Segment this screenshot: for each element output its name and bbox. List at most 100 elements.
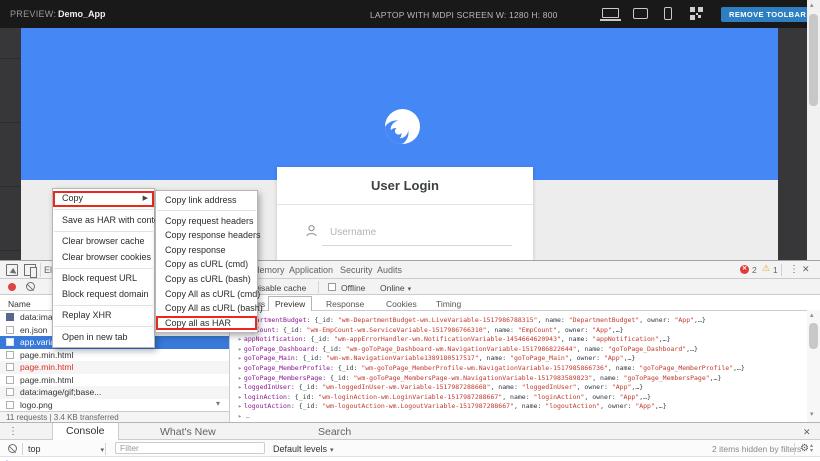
subtab-cookies[interactable]: Cookies xyxy=(386,299,417,309)
card-divider xyxy=(277,204,533,205)
request-row-error[interactable]: page.min.html xyxy=(0,361,229,374)
console-toolbar: top Default levels 2 items hidden by fil… xyxy=(0,440,820,457)
warning-icon[interactable] xyxy=(762,263,770,274)
menu-item-copy-link-address[interactable]: Copy link address xyxy=(156,193,257,208)
throttling-select[interactable]: Online xyxy=(380,283,411,293)
menu-item-save-har[interactable]: Save as HAR with content xyxy=(53,213,154,229)
hidden-items-note: 2 items hidden by filters xyxy=(712,444,801,454)
menu-item-clear-cookies[interactable]: Clear browser cookies xyxy=(53,250,154,266)
json-line[interactable]: goToPage_Dashboard: {_id: "wm-goToPage_D… xyxy=(238,345,806,355)
gear-icon[interactable] xyxy=(800,443,809,454)
request-row[interactable]: page.min.html xyxy=(0,349,229,362)
error-count: 2 xyxy=(752,265,757,275)
menu-item-open-new-tab[interactable]: Open in new tab xyxy=(53,330,154,346)
filter-input[interactable] xyxy=(115,442,265,454)
menu-item-copy-all-as-curl-bash[interactable]: Copy All as cURL (bash) xyxy=(156,301,257,316)
drawer-tab-bar: Console What's New Search xyxy=(0,423,820,440)
error-icon[interactable] xyxy=(740,265,749,274)
subtab-timing[interactable]: Timing xyxy=(436,299,461,309)
file-icon xyxy=(6,326,14,334)
offline-checkbox[interactable] xyxy=(328,283,336,291)
menu-item-copy-response-headers[interactable]: Copy response headers xyxy=(156,228,257,243)
clear-console-icon[interactable] xyxy=(8,444,17,453)
json-line-clipped[interactable]: ▸ … xyxy=(238,412,806,420)
tab-application[interactable]: Application xyxy=(289,265,333,275)
menu-item-copy-as-curl-cmd[interactable]: Copy as cURL (cmd) xyxy=(156,257,257,272)
close-icon[interactable] xyxy=(803,427,811,438)
menu-item-copy-all-as-curl-cmd[interactable]: Copy All as cURL (cmd) xyxy=(156,287,257,302)
name-column-header[interactable]: Name xyxy=(8,299,31,309)
scrollbar-thumb[interactable] xyxy=(809,323,818,349)
json-preview-pane: DepartmentBudget: {_id: "wm-DepartmentBu… xyxy=(231,311,806,423)
context-menu: Copy Save as HAR with content Clear brow… xyxy=(52,188,155,348)
scroll-down-icon[interactable] xyxy=(810,410,814,418)
warning-count: 1 xyxy=(773,265,778,275)
menu-item-copy[interactable]: Copy xyxy=(53,191,154,207)
drawer-tab-search[interactable]: Search xyxy=(318,426,351,438)
kebab-menu-icon[interactable] xyxy=(8,426,18,437)
toolbar-divider xyxy=(105,443,106,455)
file-icon xyxy=(6,388,14,396)
toolbar-divider xyxy=(794,443,795,455)
json-line[interactable]: loginAction: {_id: "wm-loginAction-wm.Lo… xyxy=(238,393,806,403)
file-icon xyxy=(6,351,14,359)
menu-item-replay-xhr[interactable]: Replay XHR xyxy=(53,308,154,324)
user-icon xyxy=(306,225,317,237)
json-line[interactable]: EmpCount: {_id: "wm-EmpCount-wm.ServiceV… xyxy=(238,326,806,336)
preview-label: PREVIEW: xyxy=(10,9,56,19)
username-field[interactable]: Username xyxy=(330,227,376,238)
file-icon xyxy=(6,376,14,384)
remove-toolbar-button[interactable]: REMOVE TOOLBAR xyxy=(721,7,814,22)
json-line[interactable]: logoutAction: {_id: "wm-logoutAction-wm.… xyxy=(238,402,806,412)
json-line[interactable]: appNotification: {_id: "wm-appErrorHandl… xyxy=(238,335,806,345)
record-icon[interactable] xyxy=(8,283,16,291)
tab-security[interactable]: Security xyxy=(340,265,373,275)
log-level-select[interactable]: Default levels xyxy=(273,444,334,454)
request-row[interactable]: data:image/gif;base... xyxy=(0,386,229,399)
toolbar-divider xyxy=(318,281,319,293)
json-line[interactable]: goToPage_MemberProfile: {_id: "wm-goToPa… xyxy=(238,364,806,374)
tablet-icon[interactable] xyxy=(633,8,648,19)
toolbar-divider xyxy=(22,443,23,455)
menu-item-copy-request-headers[interactable]: Copy request headers xyxy=(156,214,257,229)
request-row[interactable]: logo.png xyxy=(0,399,229,412)
subtab-preview[interactable]: Preview xyxy=(268,296,312,311)
page-scrollbar[interactable] xyxy=(807,0,820,260)
subtab-response[interactable]: Response xyxy=(326,299,364,309)
close-icon[interactable] xyxy=(802,264,810,275)
disable-cache-label: Disable cache xyxy=(253,283,306,293)
login-card: User Login Username xyxy=(277,167,533,260)
json-line[interactable]: loggedInUser: {_id: "wm-loggedInUser-wm.… xyxy=(238,383,806,393)
menu-item-copy-as-curl-bash[interactable]: Copy as cURL (bash) xyxy=(156,272,257,287)
menu-item-block-url[interactable]: Block request URL xyxy=(53,271,154,287)
scrollbar-thumb[interactable] xyxy=(809,14,818,106)
toolbar-divider xyxy=(40,263,41,277)
json-line[interactable]: goToPage_MembersPage: {_id: "wm-goToPage… xyxy=(238,374,806,384)
laptop-icon[interactable] xyxy=(602,8,619,18)
phone-icon[interactable] xyxy=(664,7,672,20)
toggle-device-icon[interactable] xyxy=(24,264,36,276)
json-line[interactable]: DepartmentBudget: {_id: "wm-DepartmentBu… xyxy=(238,316,806,326)
inspect-icon[interactable] xyxy=(6,264,18,276)
menu-item-clear-cache[interactable]: Clear browser cache xyxy=(53,234,154,250)
kebab-menu-icon[interactable] xyxy=(789,264,799,275)
context-selector[interactable]: top xyxy=(28,444,104,454)
qr-code-icon[interactable] xyxy=(690,7,703,20)
menu-item-copy-all-as-har[interactable]: Copy all as HAR xyxy=(156,316,257,331)
drawer-tab-console[interactable]: Console xyxy=(52,423,119,440)
json-pane-scrollbar[interactable] xyxy=(807,310,820,422)
tab-audits[interactable]: Audits xyxy=(377,265,402,275)
scroll-up-icon[interactable] xyxy=(810,311,814,319)
submenu-arrow-icon xyxy=(143,191,148,207)
clear-icon[interactable] xyxy=(26,282,35,291)
stage-left-margin xyxy=(0,28,21,260)
menu-item-block-domain[interactable]: Block request domain xyxy=(53,287,154,303)
scroll-arrow-icon[interactable] xyxy=(216,399,220,408)
drawer-tab-whats-new[interactable]: What's New xyxy=(160,426,216,438)
scroll-updown-icon[interactable]: ▴▾ xyxy=(810,444,813,454)
json-line[interactable]: goToPage_Main: {_id: "wm-wm.NavigationVa… xyxy=(238,354,806,364)
menu-item-copy-response[interactable]: Copy response xyxy=(156,243,257,258)
request-row[interactable]: page.min.html xyxy=(0,374,229,387)
scroll-up-icon[interactable] xyxy=(810,1,814,9)
console-output[interactable] xyxy=(0,457,820,461)
